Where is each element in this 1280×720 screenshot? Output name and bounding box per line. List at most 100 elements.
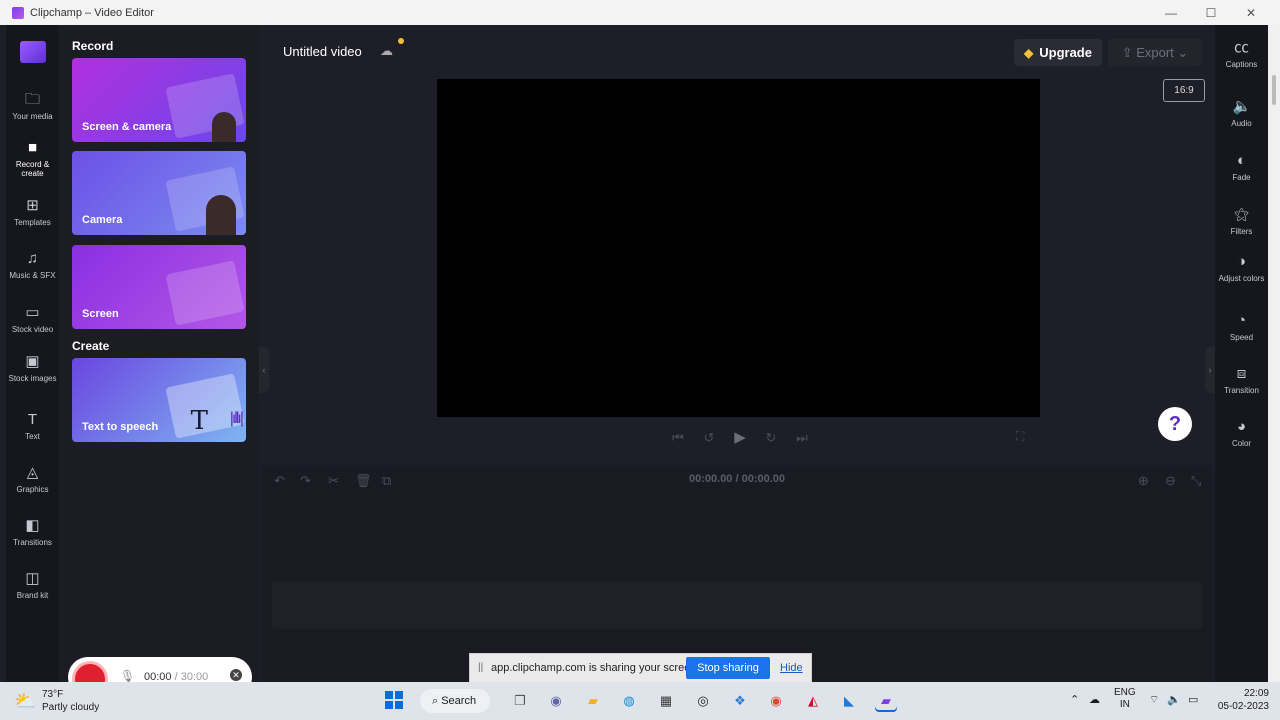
help-button[interactable]: ? [1158,407,1192,441]
windows-taskbar: ⛅ 73°F Partly cloudy ⌕ Search ❐ ◉ ▰ ◍ ▦ … [0,682,1280,720]
sidebar-item-stock-images[interactable]: ▣ Stock images [6,353,59,403]
total-time: 00:00.00 [741,473,786,485]
collapse-panel-handle[interactable]: ‹ [259,347,269,393]
window-title: Clipchamp – Video Editor [30,6,154,19]
card-camera[interactable]: Camera [72,151,246,235]
tool-adjust-colors[interactable]: ◑ Adjust colors [1215,253,1268,283]
play-icon[interactable]: ▶ [730,428,750,448]
input-language-indicator[interactable]: ENG IN [1114,687,1136,711]
vscode-icon[interactable]: ◣ [838,690,860,712]
card-text-to-speech[interactable]: T |ıllı| Text to speech [72,358,246,442]
folder-icon: 🗀 [24,91,40,108]
time-separator: / [732,473,742,485]
sidebar-item-text[interactable]: T Text [6,411,59,461]
export-button[interactable]: ⇪ Export ⌄ [1108,39,1202,66]
project-title[interactable]: Untitled video [283,44,362,59]
wifi-icon[interactable]: ⌔ [1149,693,1159,707]
sidebar-item-graphics[interactable]: ◬ Graphics [6,464,59,514]
task-view-icon[interactable]: ❐ [509,690,531,712]
upgrade-button[interactable]: ◆ Upgrade [1014,39,1102,66]
window-title-bar: Clipchamp – Video Editor — ☐ ✕ [0,0,1280,25]
show-hidden-icons-chevron-icon[interactable]: ⌃ [1070,693,1079,706]
sidebar-item-label: Your media [12,112,53,121]
record-button[interactable] [72,661,108,682]
card-label: Screen [82,308,119,320]
cloud-sync-icon[interactable]: ☁ [380,43,393,59]
skip-forward-icon[interactable]: ⏭ [792,428,812,448]
stop-sharing-button[interactable]: Stop sharing [686,657,770,679]
aspect-ratio-button[interactable]: 16:9 [1163,79,1205,102]
microphone-muted-icon[interactable]: 🎙 [120,669,135,682]
close-recorder-button[interactable]: ✕ [230,669,242,681]
sidebar-item-record-create[interactable]: ■ Record & create [6,139,59,189]
partly-cloudy-icon: ⛅ [14,691,37,711]
microsoft-store-icon[interactable]: ▦ [655,690,677,712]
sidebar-item-templates[interactable]: ⊞ Templates [6,197,59,247]
card-label: Screen & camera [82,121,172,133]
tool-filters[interactable]: ⚝ Filters [1215,206,1268,236]
left-sidebar: 🗀 Your media ■ Record & create ⊞ Templat… [6,25,59,682]
battery-icon[interactable]: ▭ [1188,693,1198,706]
sidebar-item-brand-kit[interactable]: ◫ Brand kit [6,570,59,620]
card-decoration [165,260,245,326]
forward-5s-icon[interactable]: ↻ [761,428,781,448]
trash-icon[interactable]: 🗑 [355,473,372,489]
file-explorer-icon[interactable]: ▰ [582,690,604,712]
scrollbar-thumb[interactable] [1272,75,1276,105]
chrome-browser-icon[interactable]: ◉ [765,690,787,712]
duplicate-icon[interactable]: ⧉ [382,473,391,489]
start-button[interactable] [385,691,403,709]
card-screen-and-camera[interactable]: Screen & camera [72,58,246,142]
sidebar-item-music-sfx[interactable]: ♫ Music & SFX [6,250,59,300]
tool-captions[interactable]: ㏄ Captions [1215,39,1268,69]
upload-icon: ⇪ [1121,45,1137,60]
zoom-in-icon[interactable]: ⊕ [1138,473,1149,489]
skip-back-icon[interactable]: ⏮ [668,428,688,448]
sidebar-item-label: Music & SFX [9,271,56,280]
fullscreen-icon[interactable]: ⛶ [1016,429,1024,444]
volume-icon[interactable]: 🔈 [1167,693,1181,706]
edge-browser-icon[interactable]: ◍ [618,690,640,712]
sidebar-item-your-media[interactable]: 🗀 Your media [6,91,59,141]
fit-timeline-icon[interactable]: ⤡ [1191,473,1201,489]
mcafee-icon[interactable]: ◭ [802,690,824,712]
palette-icon: ◕ [1236,418,1247,435]
teams-chat-icon[interactable]: ◉ [545,690,567,712]
clipchamp-icon[interactable]: ▰ [875,690,897,712]
maximize-button[interactable]: ☐ [1191,0,1231,25]
onedrive-cloud-icon[interactable]: ☁ [1089,693,1100,706]
tool-transition[interactable]: ⧈ Transition [1215,365,1268,395]
editor-app: 🗀 Your media ■ Record & create ⊞ Templat… [6,25,1268,682]
hide-link[interactable]: Hide [780,662,803,674]
system-clock[interactable]: 22:09 05-02-2023 [1213,687,1269,713]
collapse-properties-handle[interactable]: › [1205,347,1215,393]
undo-icon[interactable]: ↶ [274,473,285,489]
rewind-5s-icon[interactable]: ↺ [699,428,719,448]
timeline-track[interactable] [272,581,1202,629]
redo-icon[interactable]: ↷ [300,473,311,489]
tool-speed[interactable]: ◔ Speed [1215,312,1268,342]
speedometer-icon: ◔ [1236,312,1247,329]
sidebar-item-transitions[interactable]: ◧ Transitions [6,517,59,567]
tool-fade[interactable]: ◐ Fade [1215,152,1268,182]
python-icon[interactable]: ❖ [729,690,751,712]
minimize-button[interactable]: — [1151,0,1191,25]
tool-color[interactable]: ◕ Color [1215,418,1268,448]
sidebar-item-label: Record & create [15,160,50,178]
sidebar-item-stock-video[interactable]: ▭ Stock video [6,304,59,354]
github-icon[interactable]: ◎ [692,690,714,712]
card-screen[interactable]: Screen [72,245,246,329]
close-window-button[interactable]: ✕ [1231,0,1271,25]
sound-wave-icon: |ıllı| [229,410,244,427]
browser-scrollbar[interactable] [1268,25,1280,682]
create-heading: Create [72,339,110,353]
video-preview-canvas[interactable] [437,79,1040,417]
clipchamp-logo[interactable] [20,41,46,63]
taskbar-search[interactable]: ⌕ Search [420,689,490,713]
drag-handle-icon[interactable]: || [478,662,483,673]
zoom-out-icon[interactable]: ⊖ [1165,473,1176,489]
text-glyph-icon: T [190,406,208,436]
scissors-icon[interactable]: ✂ [328,473,339,489]
tool-audio[interactable]: 🔈 Audio [1215,98,1268,128]
image-icon: ▣ [25,353,40,370]
